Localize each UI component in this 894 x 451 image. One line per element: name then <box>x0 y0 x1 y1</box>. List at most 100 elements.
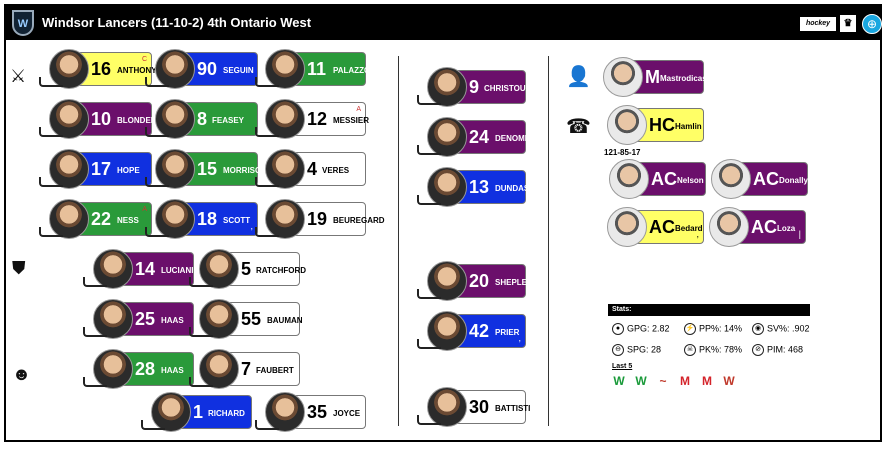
extra-player-card[interactable]: 42 PRIER, <box>417 311 526 351</box>
coach-photo <box>609 159 649 199</box>
forward-card[interactable]: 22 NESS A <box>39 199 152 239</box>
player-name: ANTHONY <box>117 66 157 75</box>
result-icon[interactable]: W <box>612 374 626 388</box>
player-name: BLONDEEI <box>117 116 159 125</box>
defense-card[interactable]: 14 LUCIANI <box>83 249 194 289</box>
player-name: LUCIANI <box>161 266 194 275</box>
forward-card[interactable]: 10 BLONDEEI <box>39 99 158 139</box>
hockey-stick-icon <box>189 277 213 287</box>
hockey-stick-icon <box>255 420 279 430</box>
forward-card[interactable]: 90 SEGUIN <box>145 49 258 89</box>
forward-card[interactable]: 17 HOPE, <box>39 149 152 189</box>
stats-header: Stats: <box>608 304 810 316</box>
jersey-number: 22 <box>91 209 112 229</box>
result-icon[interactable]: M <box>678 374 692 388</box>
lancers-shield-icon[interactable]: W <box>12 10 34 36</box>
powerplay-icon: ⚡ <box>684 323 696 335</box>
stat-gpg: ● GPG: 2.82 <box>612 323 670 335</box>
forward-card[interactable]: 18 SCOTT, <box>145 199 258 239</box>
hockey-stick-icon <box>417 195 441 205</box>
extra-player-card[interactable]: 20 SHEPLEY <box>417 261 532 301</box>
coach-photo <box>711 159 751 199</box>
assistant-coach-card[interactable]: AC Donally <box>711 159 808 199</box>
coach-role: M <box>645 67 660 87</box>
player-name: MESSIER <box>333 116 370 125</box>
defense-card[interactable]: 7 FAUBERT <box>189 349 300 389</box>
player-name: SEGUIN <box>223 66 254 75</box>
hockey-stick-icon <box>417 145 441 155</box>
forward-card[interactable]: 15 MORRISON <box>145 149 267 189</box>
jersey-number: 15 <box>197 159 218 179</box>
player-name: FEASEY <box>212 116 245 125</box>
extra-player-card[interactable]: 24 DENOMME <box>417 117 537 157</box>
player-name: BATTISTI <box>495 404 531 413</box>
forward-card[interactable]: 4 VERES <box>255 149 366 189</box>
extra-player-card[interactable]: 13 DUNDAS <box>417 167 529 207</box>
extra-player-card[interactable]: 30 BATTISTI <box>417 387 530 427</box>
hockey-stick-icon <box>189 327 213 337</box>
jersey-number: 35 <box>307 402 328 422</box>
goalie-card[interactable]: 1 RICHARD <box>141 392 252 432</box>
forward-card[interactable]: 12 MESSIER A <box>255 99 370 139</box>
jersey-number: 28 <box>135 359 156 379</box>
header-bar: W Windsor Lancers (11-10-2) 4th Ontario … <box>6 6 882 40</box>
hockey-stick-icon <box>39 127 63 137</box>
defense-card[interactable]: 25 HAAS <box>83 299 194 339</box>
forward-card[interactable]: 11 PALAZZOLO <box>255 49 381 89</box>
captain-badge: A <box>356 106 361 113</box>
coach-name: Hamlin <box>675 122 702 131</box>
defense-card[interactable]: 28 HAAS <box>83 349 194 389</box>
coach-role: AC <box>751 217 777 237</box>
stat-pim: ⊘ PIM: 468 <box>752 344 803 356</box>
result-icon[interactable]: W <box>722 374 736 388</box>
coach-name: Mastrodicasa <box>660 74 712 83</box>
hockeytech-logo-icon[interactable]: hockey <box>800 17 836 31</box>
coach-name: Donally <box>779 176 808 185</box>
player-name: SHEPLEY <box>495 278 533 287</box>
player-name: VERES <box>322 166 350 175</box>
hockey-stick-icon <box>39 177 63 187</box>
league-badge-icon[interactable]: ♛ <box>840 15 856 32</box>
gm-card[interactable]: M Mastrodicasa <box>603 57 711 97</box>
coach-role: AC <box>649 217 675 237</box>
player-name: CHRISTOU <box>484 84 526 93</box>
forward-card[interactable]: 16 ANTHONY. C <box>39 49 157 89</box>
hockey-stick-icon <box>417 95 441 105</box>
whistle-icon: ☎ <box>566 116 591 138</box>
result-icon[interactable]: M <box>700 374 714 388</box>
hockey-stick-icon <box>417 289 441 299</box>
assistant-coach-card[interactable]: AC Loza | <box>709 207 806 247</box>
hockey-stick-icon <box>255 227 279 237</box>
name-suffix: , <box>696 229 699 239</box>
hockey-stick-icon <box>145 227 169 237</box>
jersey-number: 18 <box>197 209 218 229</box>
player-name: RICHARD <box>208 409 245 418</box>
captain-badge: A <box>142 206 147 213</box>
jersey-number: 19 <box>307 209 328 229</box>
goalie-card[interactable]: 35 JOYCE <box>255 392 366 432</box>
player-name: PALAZZOLO <box>333 66 382 75</box>
jersey-number: 24 <box>469 127 490 147</box>
defense-card[interactable]: 5 RATCHFORD <box>189 249 306 289</box>
hockey-stick-icon <box>39 77 63 87</box>
stat-sv-value: SV%: .902 <box>767 323 810 334</box>
extra-player-card[interactable]: 9 CHRISTOU <box>417 67 526 107</box>
defense-card[interactable]: 55 BAUMAN <box>189 299 303 339</box>
name-suffix: | <box>798 229 801 239</box>
head-coach-card[interactable]: HC Hamlin <box>607 105 704 145</box>
globe-icon[interactable]: ⊕ <box>862 14 882 34</box>
stats-panel: Stats: <box>608 304 810 316</box>
jersey-number: 5 <box>241 259 252 279</box>
player-name: NESS <box>117 216 139 225</box>
result-icon[interactable]: W <box>634 374 648 388</box>
result-icon[interactable]: ~ <box>656 374 670 388</box>
jersey-number: 7 <box>241 359 252 379</box>
forward-card[interactable]: 19 BEUREGARD <box>255 199 385 239</box>
penalty-icon: ⊘ <box>752 344 764 356</box>
assistant-coach-card[interactable]: AC Bedard, <box>607 207 704 247</box>
forward-card[interactable]: 8 FEASEY <box>145 99 258 139</box>
last5-label: Last 5 <box>612 363 633 370</box>
assistant-coach-card[interactable]: AC Nelson <box>609 159 706 199</box>
stat-pim-value: PIM: 468 <box>767 344 804 355</box>
hockey-stick-icon <box>255 127 279 137</box>
